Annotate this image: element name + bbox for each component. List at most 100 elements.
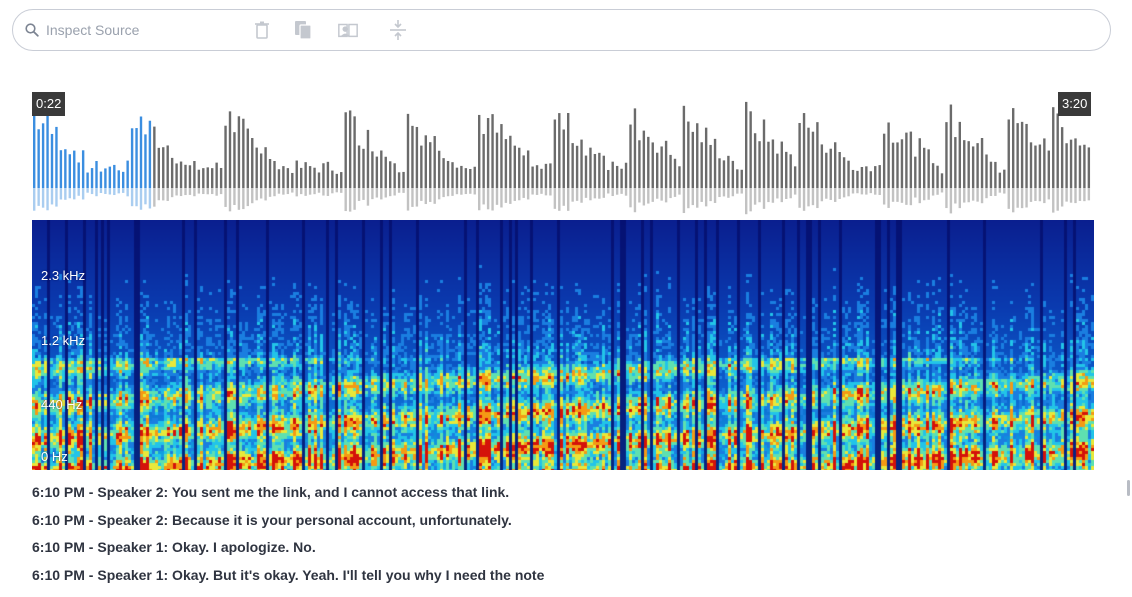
waveform-bar: [148, 120, 152, 188]
waveform-bar-reflection: [842, 188, 846, 198]
waveform-bar: [963, 140, 966, 188]
waveform-bar-reflection: [397, 188, 401, 193]
waveform-bar: [954, 137, 957, 188]
waveform-bar: [64, 149, 67, 188]
waveform-bar: [869, 171, 872, 188]
waveform-bar: [1065, 143, 1068, 188]
waveform-bar: [202, 168, 205, 188]
waveform-bar: [856, 170, 859, 188]
waveform-bar: [308, 166, 312, 188]
waveform-bar: [629, 124, 632, 188]
waveform-bar-reflection: [825, 188, 828, 199]
waveform-bar-reflection: [847, 188, 850, 197]
waveform-bar-reflection: [90, 188, 94, 195]
waveform-bar: [126, 160, 129, 188]
waveform-bar: [700, 142, 703, 188]
waveform-bar: [780, 141, 783, 188]
waveform-bar-reflection: [442, 188, 445, 198]
waveform-bar: [1034, 145, 1037, 188]
waveform-bar-reflection: [927, 188, 930, 200]
waveform-bar: [736, 169, 739, 188]
waveform-bar: [834, 142, 837, 188]
waveform-bar: [264, 147, 267, 188]
waveform-bar-reflection: [1034, 188, 1037, 201]
collapse-icon[interactable]: [387, 19, 409, 41]
waveform-bar: [504, 139, 508, 188]
audio-waveform[interactable]: [32, 90, 1094, 220]
waveform-bar-reflection: [81, 188, 85, 200]
copy-icon[interactable]: [292, 19, 314, 41]
trash-icon[interactable]: [251, 19, 273, 41]
freq-label-0hz: 0 Hz: [41, 449, 68, 464]
waveform-bar-reflection: [936, 188, 939, 195]
waveform-bar-reflection: [624, 188, 628, 196]
read-icon[interactable]: [337, 19, 359, 41]
waveform-bar-reflection: [353, 188, 356, 210]
waveform-bar-reflection: [526, 188, 530, 200]
waveform-bar-reflection: [807, 188, 810, 207]
waveform-bar: [562, 129, 565, 188]
waveform-bar: [851, 169, 855, 188]
waveform-bar: [811, 131, 815, 188]
waveform-bar-reflection: [170, 188, 174, 198]
waveform-bar-reflection: [286, 188, 290, 195]
waveform-bar: [228, 111, 232, 188]
waveform-bar-reflection: [1074, 188, 1077, 204]
waveform-bar: [335, 173, 338, 188]
waveform-bar: [842, 157, 846, 188]
waveform-bar-reflection: [135, 188, 138, 207]
waveform-bar-reflection: [633, 188, 637, 213]
waveform-bar-reflection: [197, 188, 201, 194]
waveform-bar: [486, 118, 490, 188]
waveform-bar: [927, 149, 930, 188]
freq-label-440hz: 440 Hz: [41, 397, 83, 412]
waveform-bar: [771, 139, 775, 188]
waveform-bar-reflection: [896, 188, 899, 202]
waveform-bar-reflection: [549, 188, 552, 196]
waveform-bar: [313, 167, 316, 188]
waveform-bar-reflection: [900, 188, 904, 203]
waveform-bar: [68, 154, 71, 188]
waveform-bar: [526, 150, 530, 188]
waveform-bar-reflection: [384, 188, 387, 198]
search-input[interactable]: [46, 20, 246, 40]
waveform-bar: [59, 150, 63, 188]
spectrogram: [32, 220, 1094, 470]
waveform-bar-reflection: [202, 188, 205, 195]
waveform-bar-reflection: [95, 188, 98, 197]
waveform-bar: [460, 165, 463, 188]
waveform-bar-reflection: [478, 188, 481, 211]
waveform-bar: [242, 118, 245, 188]
waveform-bar: [816, 122, 819, 188]
waveform-bar-reflection: [1065, 188, 1068, 202]
search-icon: [25, 23, 39, 37]
waveform-bar: [357, 145, 361, 188]
waveform-bar: [286, 168, 290, 188]
waveform-bar-reflection: [420, 188, 423, 201]
waveform-bar: [909, 131, 913, 188]
waveform-bar: [704, 127, 708, 188]
waveform-bar-reflection: [718, 188, 721, 198]
waveform-bar: [553, 119, 557, 188]
waveform-bar: [905, 132, 908, 188]
waveform-bar-reflection: [242, 188, 245, 210]
waveform-bar-reflection: [1020, 188, 1024, 209]
waveform-bar-reflection: [375, 188, 379, 198]
waveform-bar-reflection: [322, 188, 325, 196]
waveform-bar-reflection: [589, 188, 592, 201]
waveform-bar: [1003, 169, 1006, 188]
waveform-bar-reflection: [273, 188, 276, 197]
waveform-bar: [117, 170, 120, 188]
waveform-bar: [967, 141, 970, 188]
waveform-bar: [211, 168, 214, 188]
waveform-bar-reflection: [882, 188, 886, 205]
waveform-bar: [81, 150, 85, 188]
waveform-bar: [518, 147, 521, 188]
waveform-bar-reflection: [291, 188, 294, 193]
waveform-bar-reflection: [629, 188, 632, 208]
waveform-bar: [1047, 150, 1050, 188]
waveform-bar: [647, 136, 650, 188]
waveform-bar-reflection: [117, 188, 120, 194]
current-time-badge: 0:22: [32, 92, 66, 116]
scrollbar-thumb[interactable]: [1127, 480, 1130, 496]
